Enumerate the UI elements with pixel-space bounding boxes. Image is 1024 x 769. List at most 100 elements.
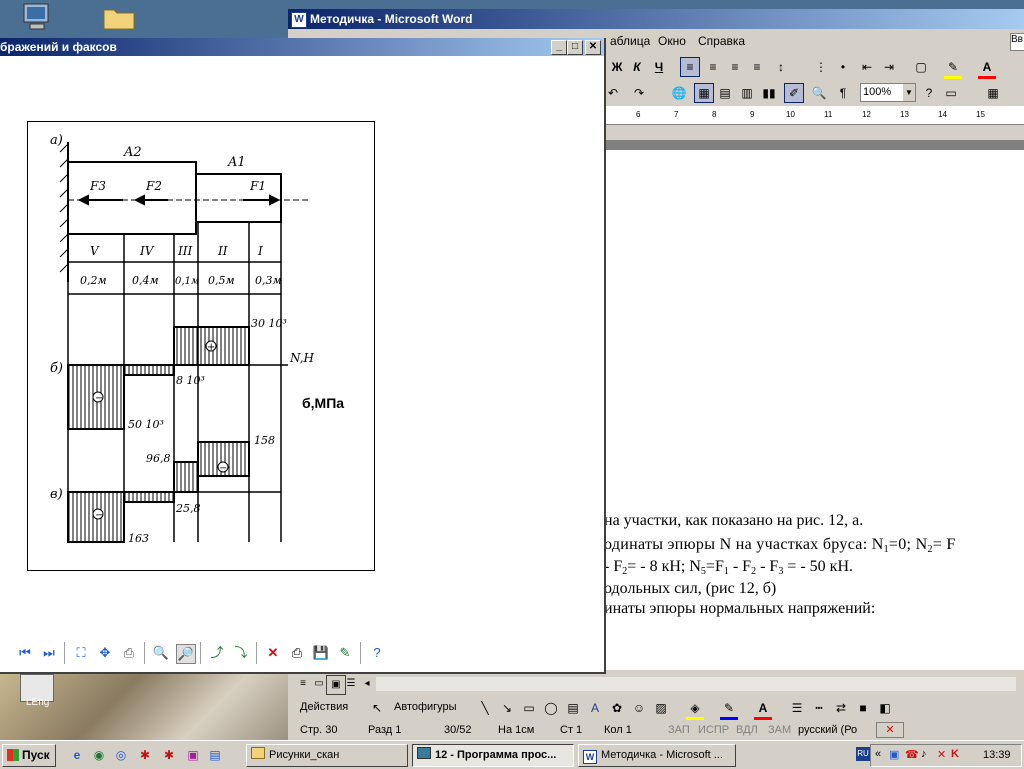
app-icon[interactable]: ✱: [136, 746, 154, 764]
print-icon[interactable]: ⎙: [288, 644, 306, 662]
bold-button[interactable]: Ж: [608, 58, 626, 76]
3d-icon[interactable]: ◧: [876, 699, 894, 717]
textbox-icon[interactable]: ▤: [564, 699, 582, 717]
numbering-icon[interactable]: ⋮: [812, 58, 830, 76]
font-color-draw-icon[interactable]: A: [754, 699, 772, 720]
chevron-down-icon[interactable]: ▼: [903, 84, 915, 101]
clipart-icon[interactable]: ☺: [630, 699, 648, 717]
highlight-icon[interactable]: ✎: [944, 58, 962, 79]
tray-network-icon[interactable]: ☎: [905, 748, 919, 761]
prev-image-icon[interactable]: ⏮: [16, 644, 34, 662]
actual-size-icon[interactable]: ✥: [96, 644, 114, 662]
fill-color-icon[interactable]: ◈: [686, 699, 704, 720]
start-button[interactable]: Пуск: [2, 744, 56, 767]
underline-button[interactable]: Ч: [650, 58, 668, 76]
arrow-style-icon[interactable]: ⇄: [832, 699, 850, 717]
bullets-icon[interactable]: •: [834, 58, 852, 76]
edit-icon[interactable]: ✎: [336, 644, 354, 662]
status-trk[interactable]: ИСПР: [698, 724, 729, 736]
save-icon[interactable]: 💾: [312, 644, 330, 662]
decrease-indent-icon[interactable]: ⇤: [858, 58, 876, 76]
insert-table-icon[interactable]: ▤: [716, 84, 734, 102]
draw-actions-menu[interactable]: Действия: [300, 701, 348, 713]
tables-borders-icon[interactable]: ▦: [694, 83, 714, 103]
rotate-ccw-icon[interactable]: ⤵: [232, 644, 250, 662]
task-word[interactable]: W Методичка - Microsoft ...: [578, 744, 736, 767]
line-spacing-icon[interactable]: ↕: [772, 58, 790, 76]
line-icon[interactable]: ╲: [476, 699, 494, 717]
minimize-button[interactable]: _: [551, 40, 567, 55]
picture-icon[interactable]: ▨: [652, 699, 670, 717]
doc-map-icon[interactable]: 🔍: [810, 84, 828, 102]
delete-icon[interactable]: ✕: [264, 644, 282, 662]
app2-icon[interactable]: ✱: [160, 746, 178, 764]
app3-icon[interactable]: ▣: [184, 746, 202, 764]
justify-icon[interactable]: ≡: [748, 58, 766, 76]
menu-help[interactable]: Справка: [698, 34, 745, 48]
zoom-select[interactable]: 100% ▼: [860, 83, 916, 102]
columns-icon[interactable]: ▮▮: [760, 84, 778, 102]
zoom-in-icon[interactable]: 🔍: [152, 644, 170, 662]
best-fit-icon[interactable]: ⛶: [72, 644, 90, 662]
font-color-icon[interactable]: A: [978, 58, 996, 79]
borders-icon[interactable]: ▢: [912, 58, 930, 76]
dash-style-icon[interactable]: ┅: [810, 699, 828, 717]
undo-icon[interactable]: ↶: [604, 84, 622, 102]
help-icon[interactable]: ?: [920, 84, 938, 102]
arrow-icon[interactable]: ↘: [498, 699, 516, 717]
hyperlink-icon[interactable]: 🌐: [670, 84, 688, 102]
my-computer-icon[interactable]: [20, 2, 56, 32]
menu-window[interactable]: Окно: [658, 34, 686, 48]
rectangle-icon[interactable]: ▭: [520, 699, 538, 717]
align-left-icon[interactable]: ≡: [680, 57, 700, 77]
shadow-icon[interactable]: ■: [854, 699, 872, 717]
rotate-cw-icon[interactable]: ⤴: [208, 644, 226, 662]
menu-table[interactable]: аблица: [610, 34, 650, 48]
clock[interactable]: 13:39: [983, 749, 1011, 761]
line-style-icon[interactable]: ☰: [788, 699, 806, 717]
tray-volume-icon[interactable]: ♪: [921, 748, 927, 760]
scroll-left-icon[interactable]: ◂: [358, 675, 376, 693]
redo-icon[interactable]: ↷: [630, 84, 648, 102]
close-button[interactable]: ✕: [585, 40, 601, 55]
drawing-icon[interactable]: ✐: [784, 83, 804, 103]
tray-expand-icon[interactable]: «: [875, 748, 881, 760]
task-folder[interactable]: Рисунки_скан: [246, 744, 408, 767]
line-color-icon[interactable]: ✎: [720, 699, 738, 720]
tray-kaspersky-icon[interactable]: K: [951, 748, 959, 760]
media-icon[interactable]: ◉: [90, 746, 108, 764]
ie-icon[interactable]: e: [68, 746, 86, 764]
status-ovr[interactable]: ЗАМ: [768, 724, 791, 736]
status-ext[interactable]: ВДЛ: [736, 724, 758, 736]
task-viewer[interactable]: 12 - Программа прос...: [412, 744, 574, 767]
tray-app-icon[interactable]: ▣: [889, 748, 899, 761]
slideshow-icon[interactable]: ⎙: [120, 644, 138, 662]
align-center-icon[interactable]: ≡: [704, 58, 722, 76]
help-search-box[interactable]: Вв: [1010, 33, 1024, 51]
document-page[interactable]: на участки, как показано на рис. 12, а. …: [604, 150, 1024, 670]
align-right-icon[interactable]: ≡: [726, 58, 744, 76]
select-objects-icon[interactable]: ↖: [368, 699, 386, 717]
table-icon[interactable]: ▦: [984, 84, 1002, 102]
status-rec[interactable]: ЗАП: [668, 724, 690, 736]
horizontal-scrollbar[interactable]: [376, 677, 1016, 691]
maximize-button[interactable]: □: [567, 40, 583, 55]
spellcheck-icon[interactable]: ✕: [876, 722, 904, 738]
read-icon[interactable]: ▭: [942, 84, 960, 102]
autoshapes-menu[interactable]: Автофигуры: [394, 701, 457, 713]
outlook-icon[interactable]: ◎: [112, 746, 130, 764]
language-indicator[interactable]: RU: [856, 747, 870, 761]
oval-icon[interactable]: ◯: [542, 699, 560, 717]
tray-security-icon[interactable]: ✕: [937, 748, 946, 761]
italic-button[interactable]: К: [628, 58, 646, 76]
next-image-icon[interactable]: ⏭: [40, 644, 58, 662]
folder-icon[interactable]: [102, 4, 138, 34]
zoom-out-icon[interactable]: 🔎: [176, 644, 196, 664]
help-icon[interactable]: ?: [368, 644, 386, 662]
app4-icon[interactable]: ▤: [206, 746, 224, 764]
wordart-icon[interactable]: A: [586, 699, 604, 717]
insert-excel-icon[interactable]: ▥: [738, 84, 756, 102]
increase-indent-icon[interactable]: ⇥: [880, 58, 898, 76]
show-marks-icon[interactable]: ¶: [834, 84, 852, 102]
diagram-icon[interactable]: ✿: [608, 699, 626, 717]
